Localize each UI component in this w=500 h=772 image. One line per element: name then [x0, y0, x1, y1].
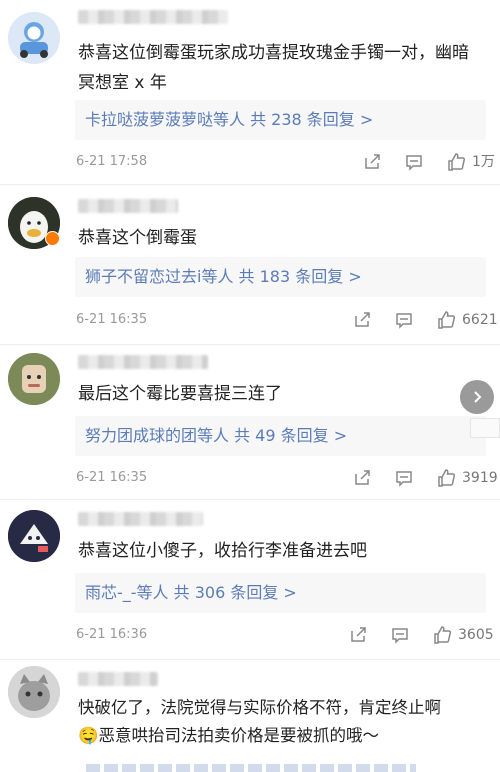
share-icon[interactable] [348, 625, 368, 645]
comment-text: 恭喜这个倒霉蛋 [78, 228, 197, 248]
reply-summary-link[interactable]: 狮子不留恋过去i等人 共 183 条回复 > [75, 257, 486, 297]
comment-item: 恭喜这个倒霉蛋 狮子不留恋过去i等人 共 183 条回复 > 6-21 16:3… [0, 185, 500, 345]
comment-time: 6-21 17:58 [76, 154, 148, 169]
like-icon[interactable] [432, 625, 452, 645]
comment-item: 快破亿了，法院觉得与实际价格不符，肯定终止啊 🤤恶意哄抬司法拍卖价格是要被抓的哦… [0, 660, 500, 772]
comment-meta: 6-21 17:58 1万 [76, 152, 500, 172]
like-count: 1万 [472, 154, 495, 170]
avatar[interactable] [8, 510, 60, 562]
comment-item: 恭喜这位小傻子，收拾行李准备进去吧 雨芯-_-等人 共 306 条回复 > 6-… [0, 500, 500, 660]
username-blurred [78, 355, 208, 369]
like-icon[interactable] [446, 152, 466, 172]
like-icon[interactable] [436, 310, 456, 330]
reply-summary-cut-off [86, 764, 416, 772]
comment-meta: 6-21 16:35 3919 [76, 468, 500, 488]
comment-text-line: 🤤恶意哄抬司法拍卖价格是要被抓的哦～ [78, 722, 490, 750]
comment-time: 6-21 16:36 [76, 627, 148, 642]
username-blurred [78, 672, 158, 686]
username-blurred [78, 199, 178, 213]
comment-item: 恭喜这位倒霉蛋玩家成功喜提玫瑰金手镯一对，幽暗冥想室 x 年 卡拉哒菠萝菠萝哒等… [0, 0, 500, 185]
avatar[interactable] [8, 12, 60, 64]
like-count: 6621 [462, 312, 498, 328]
share-icon[interactable] [352, 310, 372, 330]
avatar[interactable] [8, 666, 60, 718]
comment-time: 6-21 16:35 [76, 312, 148, 327]
like-count: 3919 [462, 470, 498, 486]
reply-summary-link[interactable]: 雨芯-_-等人 共 306 条回复 > [75, 573, 486, 613]
comment-text: 恭喜这位小傻子，收拾行李准备进去吧 [78, 541, 367, 561]
reply-summary-link[interactable]: 卡拉哒菠萝菠萝哒等人 共 238 条回复 > [75, 100, 486, 140]
comment-text: 最后这个霉比要喜提三连了 [78, 384, 282, 404]
comment-icon[interactable] [394, 468, 414, 488]
next-page-button[interactable] [460, 380, 494, 414]
verified-badge-icon [45, 231, 60, 246]
comment-item: 最后这个霉比要喜提三连了 努力团成球的团等人 共 49 条回复 > 6-21 1… [0, 345, 500, 500]
comment-icon[interactable] [404, 152, 424, 172]
username-blurred [78, 512, 203, 526]
chevron-right-icon [474, 391, 482, 403]
comment-text: 恭喜这位倒霉蛋玩家成功喜提玫瑰金手镯一对，幽暗冥想室 x 年 [78, 43, 469, 93]
comment-icon[interactable] [390, 625, 410, 645]
username-blurred [78, 10, 228, 24]
comment-text: 快破亿了，法院觉得与实际价格不符，肯定终止啊 🤤恶意哄抬司法拍卖价格是要被抓的哦… [78, 694, 490, 750]
like-icon[interactable] [436, 468, 456, 488]
share-icon[interactable] [362, 152, 382, 172]
reply-summary-link[interactable]: 努力团成球的团等人 共 49 条回复 > [75, 416, 486, 456]
comment-text-span: 恶意哄抬司法拍卖价格是要被抓的哦～ [98, 726, 380, 745]
comment-time: 6-21 16:35 [76, 470, 148, 485]
comment-meta: 6-21 16:36 3605 [76, 625, 500, 645]
comment-meta: 6-21 16:35 6621 [76, 310, 500, 330]
share-icon[interactable] [352, 468, 372, 488]
drool-emoji-icon: 🤤 [78, 726, 99, 745]
avatar[interactable] [8, 353, 60, 405]
comment-text-line: 快破亿了，法院觉得与实际价格不符，肯定终止啊 [78, 698, 441, 717]
comment-icon[interactable] [394, 310, 414, 330]
side-tab[interactable] [470, 418, 500, 438]
like-count: 3605 [458, 627, 494, 643]
